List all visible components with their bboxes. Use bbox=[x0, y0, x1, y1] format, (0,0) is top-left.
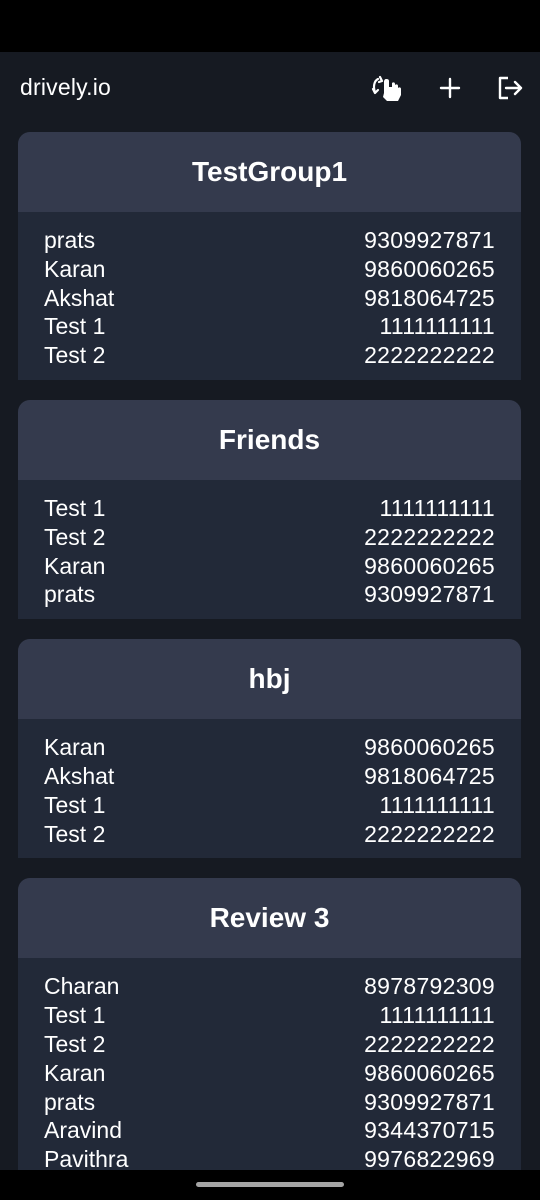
group-card[interactable]: hbj Karan 9860060265 Akshat 9818064725 Test 1… bbox=[18, 639, 521, 859]
member-name: Pavithra bbox=[44, 1146, 129, 1170]
member-phone: 9309927871 bbox=[364, 581, 495, 608]
member-name: prats bbox=[44, 227, 96, 253]
member-row: Test 2 2222222222 bbox=[44, 1030, 495, 1059]
logout-icon bbox=[496, 75, 524, 101]
group-card[interactable]: Review 3 Charan 8978792309 Test 1 1111111111… bbox=[18, 878, 521, 1170]
member-name: Karan bbox=[44, 1059, 106, 1086]
member-row: Akshat 9818064725 bbox=[44, 284, 495, 313]
member-row: Karan 9860060265 bbox=[44, 1059, 495, 1088]
member-phone: 1111111111 bbox=[379, 313, 495, 340]
member-list: prats 9309927871 Karan 9860060265 Akshat 9818… bbox=[18, 212, 521, 380]
switch-mode-button[interactable] bbox=[368, 68, 408, 108]
member-phone: 9860060265 bbox=[364, 552, 495, 579]
member-row: prats 9309927871 bbox=[44, 1088, 495, 1117]
member-phone: 1111111111 bbox=[379, 494, 495, 521]
member-phone: 1111111111 bbox=[379, 1002, 495, 1029]
group-title[interactable]: Friends bbox=[18, 399, 521, 480]
member-phone: 9309927871 bbox=[364, 227, 495, 253]
member-name: Test 2 bbox=[44, 342, 106, 369]
app-bar: drively.io bbox=[0, 52, 540, 124]
member-phone: 2222222222 bbox=[364, 523, 495, 550]
group-title[interactable]: Review 3 bbox=[18, 878, 521, 959]
member-row: Test 1 1111111111 bbox=[44, 312, 495, 341]
member-name: Charan bbox=[44, 973, 120, 1000]
member-row: Test 2 2222222222 bbox=[44, 341, 495, 370]
member-name: Aravind bbox=[44, 1117, 122, 1144]
group-list: TestGroup1 prats 9309927871 Karan 9860060265… bbox=[18, 132, 521, 1170]
member-phone: 2222222222 bbox=[364, 820, 495, 847]
member-name: Test 2 bbox=[44, 820, 106, 847]
member-row: Aravind 9344370715 bbox=[44, 1116, 495, 1145]
member-row: Akshat 9818064725 bbox=[44, 762, 495, 791]
member-name: prats bbox=[44, 581, 96, 608]
member-name: Test 1 bbox=[44, 494, 106, 521]
member-name: Test 1 bbox=[44, 1002, 106, 1029]
logout-button[interactable] bbox=[490, 68, 530, 108]
home-indicator[interactable] bbox=[196, 1182, 344, 1187]
member-name: Test 2 bbox=[44, 1030, 106, 1057]
member-row: Test 1 1111111111 bbox=[44, 791, 495, 820]
member-list: Charan 8978792309 Test 1 1111111111 Test 2 22… bbox=[18, 958, 521, 1170]
member-phone: 9818064725 bbox=[364, 284, 495, 311]
member-phone: 9309927871 bbox=[364, 1088, 495, 1115]
member-row: Test 1 1111111111 bbox=[44, 494, 495, 523]
member-phone: 9860060265 bbox=[364, 1059, 495, 1086]
status-bar bbox=[0, 0, 540, 52]
member-name: Karan bbox=[44, 255, 106, 282]
member-row: Test 1 1111111111 bbox=[44, 1001, 495, 1030]
member-name: Akshat bbox=[44, 762, 115, 789]
member-row: Pavithra 9976822969 bbox=[44, 1145, 495, 1170]
member-phone: 2222222222 bbox=[364, 342, 495, 369]
member-name: Karan bbox=[44, 552, 106, 579]
member-phone: 9860060265 bbox=[364, 255, 495, 282]
member-row: Test 2 2222222222 bbox=[44, 523, 495, 552]
member-phone: 2222222222 bbox=[364, 1030, 495, 1057]
member-name: Test 2 bbox=[44, 523, 106, 550]
member-phone: 9976822969 bbox=[364, 1146, 495, 1170]
tap-swap-icon bbox=[370, 73, 406, 103]
member-name: Akshat bbox=[44, 284, 115, 311]
member-row: prats 9309927871 bbox=[44, 226, 495, 255]
member-phone: 9344370715 bbox=[364, 1117, 495, 1144]
group-card[interactable]: Friends Test 1 1111111111 Test 2 2222222222 K… bbox=[18, 399, 521, 620]
member-phone: 1111111111 bbox=[379, 791, 495, 818]
member-list: Karan 9860060265 Akshat 9818064725 Test 1 111… bbox=[18, 719, 521, 858]
member-row: Karan 9860060265 bbox=[44, 255, 495, 284]
member-row: Charan 8978792309 bbox=[44, 972, 495, 1001]
navigation-bar bbox=[0, 1170, 540, 1200]
member-row: Karan 9860060265 bbox=[44, 733, 495, 762]
add-group-button[interactable] bbox=[430, 68, 470, 108]
member-phone: 9860060265 bbox=[364, 734, 495, 761]
member-phone: 9818064725 bbox=[364, 762, 495, 789]
app-title: drively.io bbox=[20, 74, 112, 100]
member-row: Karan 9860060265 bbox=[44, 552, 495, 581]
member-phone: 8978792309 bbox=[364, 973, 495, 1000]
member-row: prats 9309927871 bbox=[44, 580, 495, 609]
member-name: prats bbox=[44, 1088, 96, 1115]
group-title[interactable]: hbj bbox=[18, 639, 521, 720]
plus-icon bbox=[438, 76, 462, 100]
member-name: Test 1 bbox=[44, 313, 106, 340]
member-list: Test 1 1111111111 Test 2 2222222222 Karan 986… bbox=[18, 480, 521, 619]
group-title[interactable]: TestGroup1 bbox=[18, 132, 521, 212]
member-name: Test 1 bbox=[44, 791, 106, 818]
member-name: Karan bbox=[44, 734, 106, 761]
group-card[interactable]: TestGroup1 prats 9309927871 Karan 9860060265… bbox=[18, 132, 521, 380]
member-row: Test 2 2222222222 bbox=[44, 820, 495, 849]
